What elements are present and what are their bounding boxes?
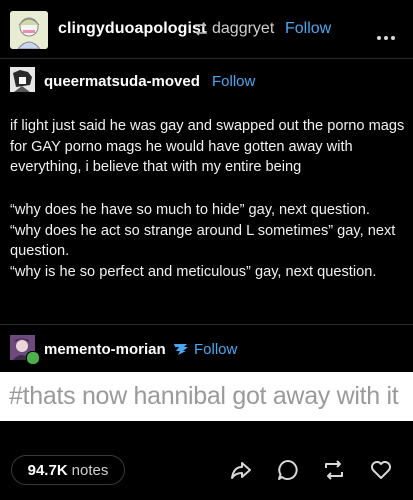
follow-button[interactable]: Follow <box>194 341 237 358</box>
share-icon[interactable] <box>229 458 253 482</box>
follow-button[interactable]: Follow <box>212 73 255 90</box>
post-author-username[interactable]: clingyduoapologist <box>58 20 206 38</box>
avatar-illustration <box>10 11 48 49</box>
reblog-icon[interactable] <box>322 458 346 482</box>
blue-badge-icon <box>172 341 190 362</box>
trail-avatar-queermatsuda[interactable] <box>10 67 35 92</box>
trail-username[interactable]: queermatsuda-moved <box>44 73 200 90</box>
post-paragraph: if light just said he was gay and swappe… <box>10 118 405 176</box>
trail-username[interactable]: memento-morian <box>44 341 166 358</box>
post-header: clingyduoapologist daggryet Follow <box>0 0 413 58</box>
header-divider <box>0 58 413 59</box>
trail-avatar-memento-morian[interactable] <box>10 335 40 365</box>
tag-text: #thats now hannibal got away with it <box>9 382 399 410</box>
trail-divider <box>0 324 413 325</box>
notes-count: 94.7K <box>27 461 68 479</box>
more-options-icon[interactable] <box>376 28 396 46</box>
reply-icon[interactable] <box>276 458 300 482</box>
avatar-illustration <box>10 67 35 92</box>
tag-screenshot-image: #thats now hannibal got away with it <box>0 372 413 421</box>
follow-button[interactable]: Follow <box>285 20 331 38</box>
post-paragraph: “why does he have so much to hide” gay, … <box>10 202 396 281</box>
notes-button[interactable]: 94.7K notes <box>11 455 125 485</box>
reblogged-from-username[interactable]: daggryet <box>212 20 274 38</box>
like-icon[interactable] <box>369 458 393 482</box>
avatar[interactable] <box>10 11 48 49</box>
reblog-icon <box>193 21 209 42</box>
reblog-badge-icon <box>26 351 40 365</box>
notes-label: notes <box>71 461 109 479</box>
